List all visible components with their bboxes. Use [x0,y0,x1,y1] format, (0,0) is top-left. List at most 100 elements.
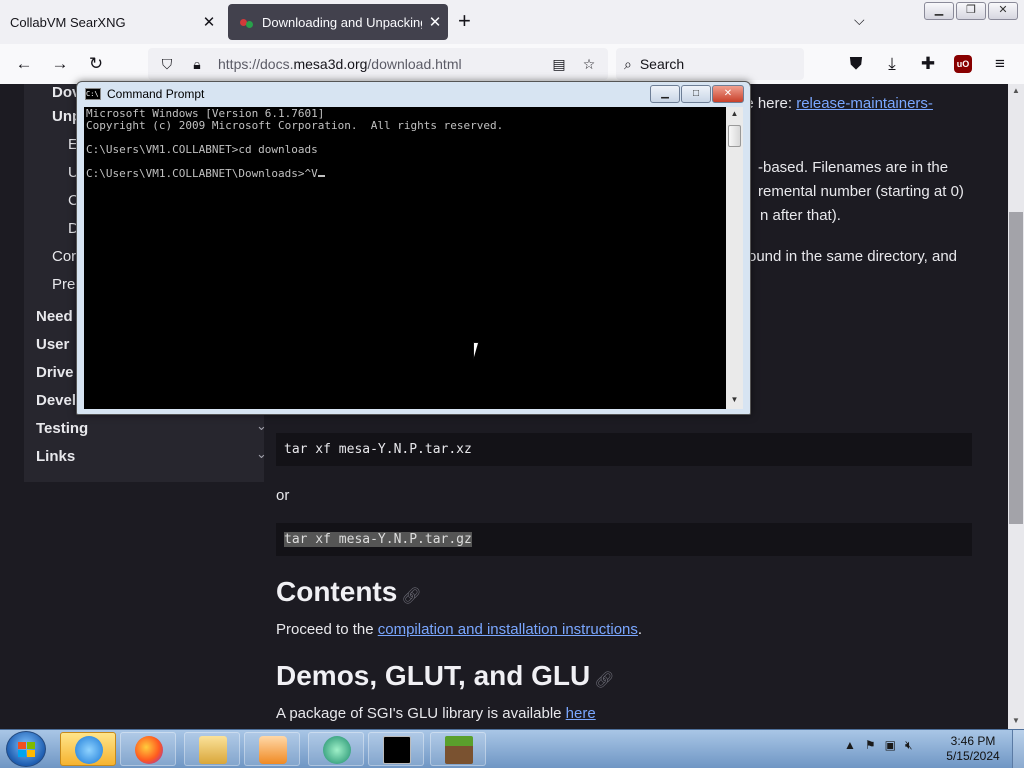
scrollbar-thumb[interactable] [728,125,741,147]
command-prompt-icon [383,736,411,764]
sidebar-item-user-topics[interactable]: User [36,336,69,353]
shield-icon[interactable]: ⛉ [156,56,178,73]
action-center-flag-icon[interactable]: ⚑ [865,738,876,753]
chevron-down-icon[interactable]: ⌄ [256,418,267,434]
windows-logo-icon [18,742,36,758]
tab-title: Downloading and Unpacking — [262,14,422,30]
system-tray: ▲ ⚑ ▣ 🔇︎ [844,738,913,753]
console-line: C:\Users\VM1.COLLABNET>cd downloads [86,143,318,156]
release-maintainers-link[interactable]: release-maintainers- [796,95,933,112]
start-button[interactable] [6,731,46,767]
system-clock[interactable]: 3:46 PM 5/15/2024 [940,734,1006,764]
paragraph-line: -based. Filenames are in the [758,159,949,176]
code-block[interactable]: tar xf mesa-Y.N.P.tar.gz [276,523,972,556]
taskbar-browser-app[interactable] [308,732,364,766]
back-arrow-icon[interactable]: ← [12,52,36,76]
search-icon: ⌕ [624,55,632,72]
taskbar-command-prompt[interactable] [368,732,424,766]
network-icon[interactable]: ▣ [885,738,896,753]
paragraph-line: A package of SGI's GLU library is availa… [276,705,596,722]
reader-view-icon[interactable]: ▤ [548,56,570,73]
extensions-icon[interactable]: ✚ [916,52,940,76]
scroll-down-icon[interactable]: ▼ [1008,716,1024,725]
scroll-up-icon[interactable]: ▲ [1008,86,1024,95]
close-icon[interactable]: ✕ [422,13,448,31]
pocket-icon[interactable]: ⛊ [844,52,868,76]
anchor-link-icon[interactable]: 🔗︎ [594,672,614,689]
lock-icon[interactable]: 🔒︎ [186,56,208,73]
search-input[interactable]: ⌕ Search [616,48,804,80]
firefox-icon [135,736,163,764]
chevron-down-icon[interactable]: ⌄ [256,446,267,462]
code-block[interactable]: tar xf mesa-Y.N.P.tar.xz [276,433,972,466]
clock-time: 3:46 PM [950,734,996,748]
taskbar-firefox[interactable] [120,732,176,766]
maximize-button[interactable]: □ [681,85,711,103]
download-icon[interactable]: ⤓ [880,52,904,76]
show-hidden-icons-icon[interactable]: ▲ [844,738,856,753]
taskbar-minecraft[interactable] [430,732,486,766]
taskbar-internet-explorer[interactable] [60,732,116,766]
tab-searxng[interactable]: CollabVM SearXNG ✕ [0,4,222,40]
bookmark-star-icon[interactable]: ☆ [578,56,600,73]
cmd-app-icon: C:\ [85,88,101,100]
text-cursor [317,175,325,177]
minecraft-icon [445,736,473,764]
mouse-pointer-icon [473,342,485,360]
heading-contents: Contents 🔗︎ [276,576,422,607]
sidebar-item-contents[interactable]: Cor [52,248,76,265]
cmd-scrollbar[interactable]: ▲ ▼ [726,107,743,409]
scroll-up-icon[interactable]: ▲ [726,109,743,118]
paragraph-line: remental number (starting at 0) [758,183,964,200]
page-scrollbar[interactable]: ▲ ▼ [1008,84,1024,729]
paragraph-line: n after that). [760,207,841,224]
show-desktop-button[interactable] [1012,730,1024,768]
scrollbar-thumb[interactable] [1009,212,1023,524]
sidebar-item-testing[interactable]: Testing [36,420,88,437]
command-prompt-window[interactable]: C:\ Command Prompt ▁ □ ✕ Microsoft Windo… [76,81,751,415]
taskbar-media-player[interactable] [244,732,300,766]
paragraph-line: le here: release-maintainers- [742,95,933,112]
restore-button[interactable]: ❐ [956,2,986,20]
sidebar-item-drivers[interactable]: Drive [36,364,74,381]
taskbar-file-explorer[interactable] [184,732,240,766]
glu-here-link[interactable]: here [566,705,596,722]
minimize-button[interactable]: ▁ [650,85,680,103]
close-button[interactable]: ✕ [988,2,1018,20]
browser-window-controls: ▁ ❐ ✕ [924,2,1018,20]
browser-app-icon [323,736,351,764]
volume-muted-icon[interactable]: 🔇︎ [905,738,913,753]
close-button[interactable]: ✕ [712,85,744,103]
forward-arrow-icon[interactable]: → [48,52,72,76]
compilation-instructions-link[interactable]: compilation and installation instruction… [378,621,638,638]
console-line: Copyright (c) 2009 Microsoft Corporation… [86,119,504,132]
list-all-tabs-chevron-down-icon[interactable]: ⌵ [854,12,865,29]
taskbar: ▲ ⚑ ▣ 🔇︎ 3:46 PM 5/15/2024 [0,729,1024,768]
menu-icon[interactable]: ≡ [988,52,1012,76]
reload-icon[interactable]: ↻ [84,52,108,76]
close-icon[interactable]: ✕ [196,13,222,31]
url-bar[interactable]: ⛉ 🔒︎ https://docs.mesa3d.org/download.ht… [148,48,608,80]
sidebar-item-links[interactable]: Links [36,448,75,465]
desktop: CollabVM SearXNG ✕ Downloading and Unpac… [0,0,1024,768]
folder-icon [199,736,227,764]
code-text: tar xf mesa-Y.N.P.tar.xz [284,442,472,457]
internet-explorer-icon [75,736,103,764]
cmd-title-bar[interactable]: C:\ Command Prompt ▁ □ ✕ [77,82,750,106]
tab-strip: CollabVM SearXNG ✕ Downloading and Unpac… [0,0,1024,44]
selected-code-text: tar xf mesa-Y.N.P.tar.gz [284,532,472,547]
new-tab-button[interactable]: + [458,10,471,32]
console-output[interactable]: Microsoft Windows [Version 6.1.7601] Cop… [84,107,726,409]
tab-downloading[interactable]: Downloading and Unpacking — ✕ [228,4,448,40]
or-text: or [276,487,290,504]
nav-bar: ← → ↻ ⛉ 🔒︎ https://docs.mesa3d.org/downl… [0,44,1024,84]
anchor-link-icon[interactable]: 🔗︎ [401,588,421,605]
minimize-button[interactable]: ▁ [924,2,954,20]
ublock-icon[interactable]: uO [954,55,972,73]
scroll-down-icon[interactable]: ▼ [726,395,743,404]
console-line: C:\Users\VM1.COLLABNET\Downloads>^V [86,168,724,180]
url-text[interactable]: https://docs.mesa3d.org/download.html [218,56,540,72]
sidebar-item-developer-topics[interactable]: Devel [36,392,76,409]
sidebar-item-need-help[interactable]: Need [36,308,73,325]
sidebar-item-prerequisites[interactable]: Pre [52,276,75,293]
